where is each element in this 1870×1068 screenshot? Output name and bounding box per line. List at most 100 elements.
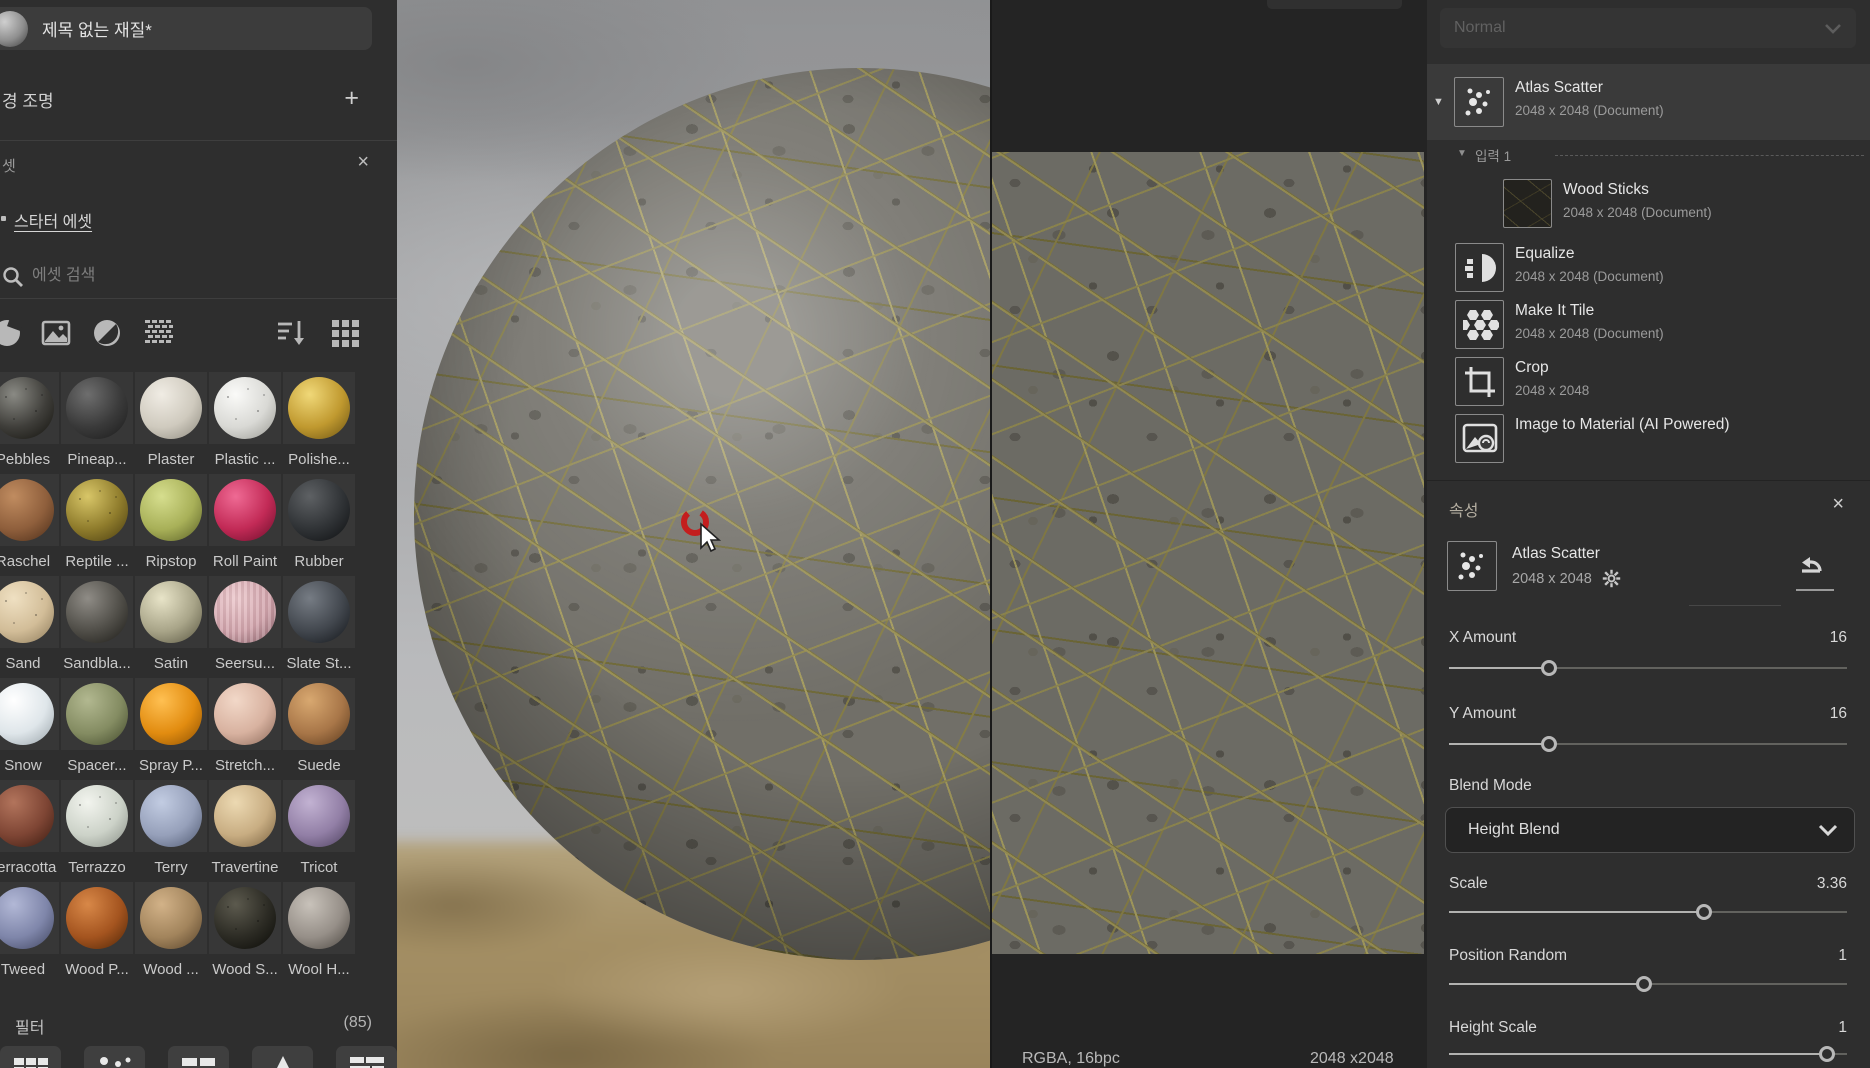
material-tile[interactable]: Stretch... <box>209 678 281 780</box>
material-thumbnail-cell[interactable] <box>135 882 207 954</box>
material-tile[interactable]: Raschel <box>0 474 59 576</box>
material-thumbnail-cell[interactable] <box>61 372 133 444</box>
fabric-pattern-filter-icon[interactable] <box>143 318 175 350</box>
material-tile[interactable]: Slate St... <box>283 576 355 678</box>
texture-2d-preview[interactable] <box>992 152 1424 954</box>
material-thumbnail-cell[interactable] <box>283 882 355 954</box>
material-tile[interactable]: Tricot <box>283 780 355 882</box>
layer-wood-sticks[interactable]: Wood Sticks 2048 x 2048 (Document) <box>1427 176 1870 233</box>
position-random-slider[interactable] <box>1449 975 1847 993</box>
material-thumbnail-cell[interactable] <box>135 780 207 852</box>
scale-slider[interactable] <box>1449 903 1847 921</box>
material-tile[interactable]: Satin <box>135 576 207 678</box>
slider-knob[interactable] <box>1541 660 1557 676</box>
material-thumbnail-cell[interactable] <box>61 474 133 546</box>
reset-undo-icon[interactable] <box>1796 557 1830 583</box>
filter-scatter-button[interactable] <box>84 1046 145 1068</box>
material-thumbnail-cell[interactable] <box>0 678 59 750</box>
material-thumbnail-cell[interactable] <box>135 678 207 750</box>
material-tile[interactable]: Travertine <box>209 780 281 882</box>
layer-atlas-scatter[interactable]: ▼ Atlas Scatter 2048 x 2048 (Document) <box>1427 64 1870 140</box>
material-tile[interactable]: Sand <box>0 576 59 678</box>
filter-columns-button[interactable] <box>0 1046 61 1068</box>
panel-handle[interactable] <box>1267 0 1402 9</box>
material-thumbnail-cell[interactable] <box>61 882 133 954</box>
material-thumbnail-cell[interactable] <box>283 474 355 546</box>
slider-knob[interactable] <box>1696 904 1712 920</box>
material-tile[interactable]: Seersu... <box>209 576 281 678</box>
material-tile[interactable]: Rubber <box>283 474 355 576</box>
slider-knob[interactable] <box>1819 1046 1835 1062</box>
material-thumbnail-cell[interactable] <box>135 372 207 444</box>
material-tile[interactable]: Wood P... <box>61 882 133 984</box>
input-group-row[interactable]: ▼ 입력 1 <box>1427 142 1870 168</box>
material-tile[interactable]: Roll Paint <box>209 474 281 576</box>
param-value-y-amount[interactable]: 16 <box>1830 705 1847 723</box>
material-thumbnail-cell[interactable] <box>0 576 59 648</box>
material-tile[interactable]: Plastic ... <box>209 372 281 474</box>
filter-contrast-icon[interactable] <box>92 318 122 348</box>
viewport-3d[interactable] <box>397 0 990 1068</box>
slider-track[interactable] <box>1449 1053 1847 1055</box>
filter-rows-button[interactable] <box>336 1046 397 1068</box>
layer-make-it-tile[interactable]: Make It Tile 2048 x 2048 (Document) <box>1427 297 1870 354</box>
filter-mountain-button[interactable] <box>252 1046 313 1068</box>
material-tile[interactable]: Wood ... <box>135 882 207 984</box>
grid-view-icon[interactable] <box>330 318 360 348</box>
material-title-bar[interactable]: 제목 없는 재질* <box>0 7 372 50</box>
material-tile[interactable]: Ripstop <box>135 474 207 576</box>
material-tile[interactable]: Reptile ... <box>61 474 133 576</box>
close-assets-icon[interactable]: × <box>357 152 369 172</box>
image-filter-icon[interactable] <box>41 318 71 348</box>
blend-mode-dropdown[interactable]: Height Blend <box>1445 807 1855 853</box>
material-thumbnail-cell[interactable] <box>0 882 59 954</box>
x-amount-slider[interactable] <box>1449 659 1847 677</box>
slider-track[interactable] <box>1449 667 1847 669</box>
material-tile[interactable]: Pebbles <box>0 372 59 474</box>
filter-table-button[interactable] <box>168 1046 229 1068</box>
layer-crop[interactable]: Crop 2048 x 2048 <box>1427 354 1870 411</box>
layer-image-to-material[interactable]: Image to Material (AI Powered) <box>1427 411 1870 468</box>
material-tile[interactable]: Terry <box>135 780 207 882</box>
close-properties-icon[interactable]: × <box>1832 493 1844 516</box>
material-tile[interactable]: Snow <box>0 678 59 780</box>
material-tile[interactable]: Suede <box>283 678 355 780</box>
slider-knob[interactable] <box>1541 736 1557 752</box>
material-thumbnail-cell[interactable] <box>209 678 281 750</box>
material-tile[interactable]: Pineap... <box>61 372 133 474</box>
slider-track[interactable] <box>1449 743 1847 745</box>
layer-equalize[interactable]: Equalize 2048 x 2048 (Document) <box>1427 240 1870 297</box>
sort-icon[interactable] <box>276 318 308 348</box>
material-thumbnail-cell[interactable] <box>0 780 59 852</box>
material-tile[interactable]: Terrazzo <box>61 780 133 882</box>
material-sphere-filter-icon[interactable] <box>0 318 22 348</box>
material-thumbnail-cell[interactable] <box>283 372 355 444</box>
material-thumbnail-cell[interactable] <box>283 576 355 648</box>
material-tile[interactable]: Wool H... <box>283 882 355 984</box>
param-value-scale[interactable]: 3.36 <box>1817 875 1847 893</box>
material-thumbnail-cell[interactable] <box>283 678 355 750</box>
material-tile[interactable]: Spacer... <box>61 678 133 780</box>
material-tile[interactable]: Terracotta <box>0 780 59 882</box>
texture-2d-panel[interactable]: RGBA, 16bpc 2048 x2048 <box>990 0 1427 1068</box>
y-amount-slider[interactable] <box>1449 735 1847 753</box>
asset-search-input[interactable] <box>30 260 350 292</box>
height-scale-slider[interactable] <box>1449 1045 1847 1063</box>
starter-assets-row[interactable]: 스타터 에셋 <box>0 208 92 232</box>
material-thumbnail-cell[interactable] <box>209 576 281 648</box>
expander-triangle-icon[interactable]: ▼ <box>1433 96 1444 108</box>
material-tile[interactable]: Plaster <box>135 372 207 474</box>
filter-section-label[interactable]: 필터 <box>15 1014 44 1038</box>
material-thumbnail-cell[interactable] <box>209 780 281 852</box>
material-thumbnail-cell[interactable] <box>61 576 133 648</box>
add-environment-button[interactable]: + <box>344 82 359 114</box>
material-thumbnail-cell[interactable] <box>135 474 207 546</box>
material-tile[interactable]: Spray P... <box>135 678 207 780</box>
material-tile[interactable]: Polishe... <box>283 372 355 474</box>
material-thumbnail-cell[interactable] <box>0 474 59 546</box>
slider-track[interactable] <box>1449 911 1847 913</box>
layer-blend-mode-dropdown[interactable]: Normal <box>1440 8 1856 48</box>
material-thumbnail-cell[interactable] <box>209 372 281 444</box>
param-value-x-amount[interactable]: 16 <box>1830 629 1847 647</box>
material-thumbnail-cell[interactable] <box>61 780 133 852</box>
